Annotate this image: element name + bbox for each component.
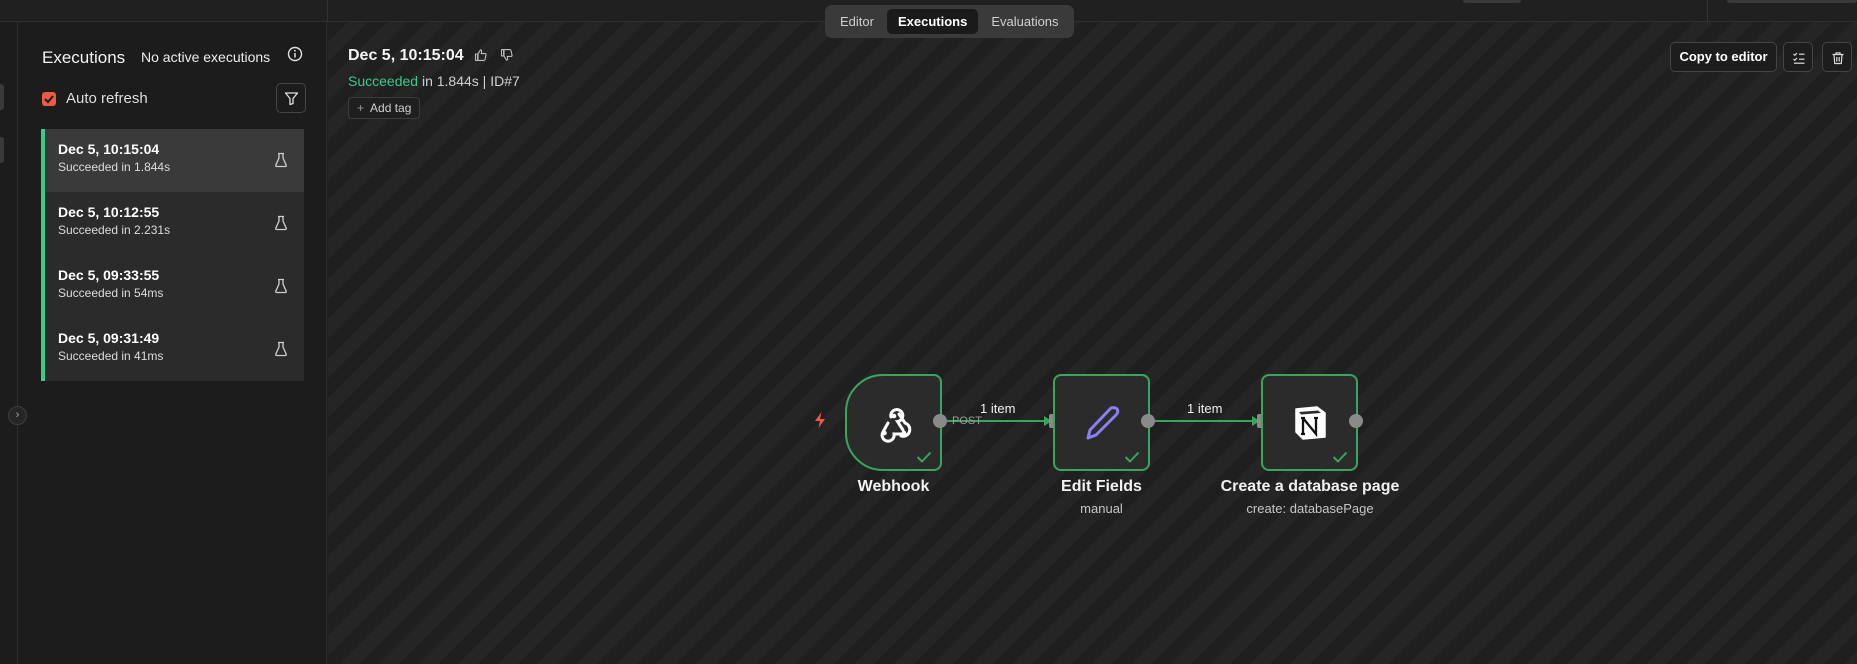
edge-item-count: 1 item — [980, 401, 1016, 416]
execution-status: Succeeded in 1.844s — [58, 160, 171, 174]
workflow-settings-button[interactable] — [1783, 42, 1813, 72]
add-tag-button[interactable]: + Add tag — [348, 97, 421, 119]
success-check-icon — [1332, 451, 1348, 463]
execution-item[interactable]: Dec 5, 10:12:55 Succeeded in 2.231s — [41, 192, 304, 255]
execution-time: Dec 5, 10:12:55 — [58, 204, 160, 220]
executions-panel: Executions No active executions Auto ref… — [18, 22, 327, 664]
view-tabs: Editor Executions Evaluations — [825, 5, 1074, 38]
notion-icon — [1295, 406, 1326, 440]
execution-status: Succeeded in 41ms — [58, 349, 164, 363]
delete-execution-button[interactable] — [1822, 42, 1852, 72]
flask-icon[interactable] — [274, 215, 288, 231]
top-bar-control[interactable] — [1727, 0, 1857, 3]
output-port[interactable] — [933, 414, 947, 428]
http-method-label: POST — [952, 415, 982, 427]
node-subtitle: manual — [1080, 501, 1123, 516]
execution-item[interactable]: Dec 5, 09:33:55 Succeeded in 54ms — [41, 255, 304, 318]
flask-icon[interactable] — [274, 341, 288, 357]
node-subtitle: create: databasePage — [1246, 501, 1374, 516]
flask-icon[interactable] — [274, 278, 288, 294]
info-icon[interactable] — [287, 46, 303, 62]
status-succeeded: Succeeded — [348, 73, 419, 89]
execution-status: Succeeded in 2.231s — [58, 223, 171, 237]
execution-item[interactable]: Dec 5, 10:15:04 Succeeded in 1.844s — [41, 129, 304, 192]
left-rail — [0, 22, 18, 664]
execution-title: Dec 5, 10:15:04 — [348, 47, 464, 64]
flask-icon[interactable] — [274, 152, 288, 168]
auto-refresh-label[interactable]: Auto refresh — [66, 90, 148, 107]
checklist-icon — [1793, 52, 1805, 64]
output-port[interactable] — [1349, 414, 1363, 428]
copy-to-editor-button[interactable]: Copy to editor — [1670, 42, 1777, 72]
node-name: Webhook — [857, 478, 930, 495]
execution-status: Succeeded in 54ms — [58, 286, 164, 300]
success-check-icon — [916, 451, 932, 463]
add-tag-label: Add tag — [370, 101, 412, 115]
execution-time: Dec 5, 10:15:04 — [58, 141, 160, 157]
panel-title: Executions — [42, 48, 126, 67]
webhook-icon — [880, 408, 912, 443]
executions-list: Dec 5, 10:15:04 Succeeded in 1.844s Dec … — [41, 129, 304, 381]
thumbs-down-icon[interactable] — [500, 48, 514, 62]
top-bar-divider — [327, 0, 328, 22]
rail-indicator — [0, 137, 4, 163]
expand-sidebar-button[interactable]: › — [8, 406, 27, 425]
filter-button[interactable] — [276, 83, 306, 113]
execution-time: Dec 5, 09:31:49 — [58, 330, 160, 346]
tab-executions[interactable]: Executions — [886, 9, 979, 34]
webhook-node[interactable] — [845, 374, 942, 471]
node-name: Create a database page — [1220, 478, 1400, 495]
trigger-bolt-icon — [815, 412, 825, 428]
tab-evaluations[interactable]: Evaluations — [980, 9, 1069, 34]
execution-status-line: Succeeded in 1.844s | ID#7 — [348, 73, 520, 89]
tab-editor[interactable]: Editor — [829, 9, 885, 34]
trash-icon — [1832, 52, 1844, 65]
checkmark-icon — [44, 95, 54, 104]
edit-fields-node[interactable] — [1053, 374, 1150, 471]
plus-icon: + — [357, 101, 365, 115]
top-bar-divider — [1707, 0, 1708, 22]
workflow-canvas[interactable] — [328, 22, 1857, 664]
notion-node[interactable] — [1261, 374, 1358, 471]
execution-item[interactable]: Dec 5, 09:31:49 Succeeded in 41ms — [41, 318, 304, 381]
execution-duration-id: in 1.844s | ID#7 — [418, 73, 520, 89]
success-check-icon — [1124, 451, 1140, 463]
node-name: Edit Fields — [1061, 478, 1142, 495]
top-bar-control[interactable] — [1463, 0, 1521, 3]
auto-refresh-checkbox[interactable] — [42, 92, 56, 106]
active-executions-status: No active executions — [141, 49, 271, 65]
rail-indicator — [0, 84, 4, 110]
output-port[interactable] — [1141, 414, 1155, 428]
edge-item-count: 1 item — [1187, 401, 1223, 416]
thumbs-up-icon[interactable] — [474, 48, 488, 62]
execution-time: Dec 5, 09:33:55 — [58, 267, 160, 283]
filter-icon — [284, 92, 299, 106]
chevron-right-icon: › — [15, 409, 20, 421]
pencil-icon — [1086, 406, 1120, 440]
